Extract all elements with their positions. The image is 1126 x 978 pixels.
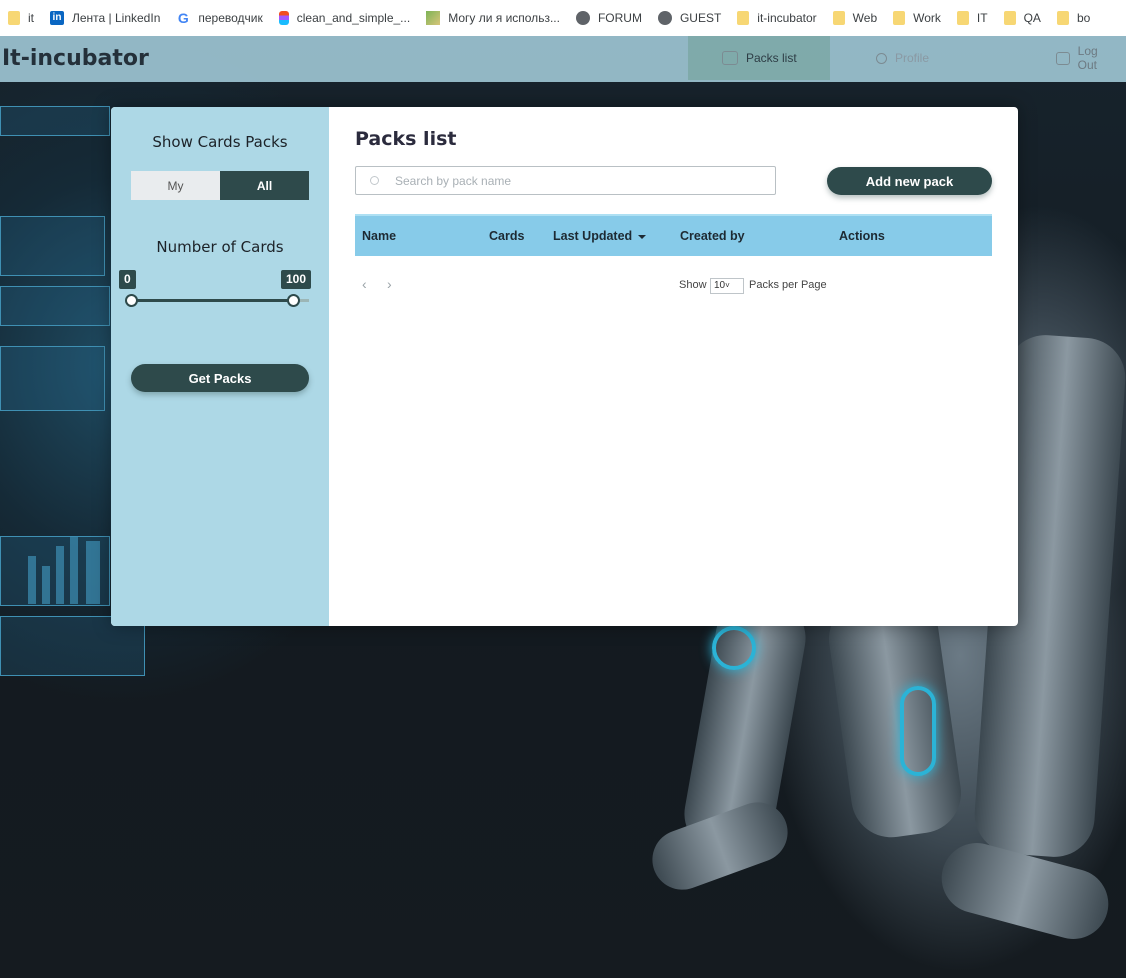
bookmark-question[interactable]: Могу ли я использ...	[418, 0, 568, 36]
get-packs-button[interactable]: Get Packs	[131, 364, 309, 392]
range-min-label: 0	[119, 270, 136, 289]
hud-panel	[0, 216, 105, 276]
prev-page-icon[interactable]: ‹	[362, 276, 367, 292]
bookmark-guest[interactable]: GUEST	[650, 0, 729, 36]
folder-icon	[893, 11, 906, 25]
column-created-by[interactable]: Created by	[680, 229, 745, 243]
search-field[interactable]	[355, 166, 776, 195]
show-packs-title: Show Cards Packs	[152, 133, 288, 151]
per-page-select[interactable]: 10˅	[710, 278, 744, 294]
range-slider-fill	[131, 299, 293, 302]
table-header: Name Cards Last Updated Created by Actio…	[355, 214, 992, 256]
globe-icon	[575, 11, 590, 25]
sort-down-icon[interactable]	[638, 234, 647, 239]
linkedin-icon: in	[50, 11, 64, 25]
folder-icon	[8, 11, 20, 25]
folder-icon	[956, 11, 969, 25]
per-page-label: Packs per Page	[749, 279, 827, 291]
bookmark-web[interactable]: Web	[825, 0, 885, 36]
bookmark-qa[interactable]: QA	[996, 0, 1049, 36]
hud-panel	[0, 346, 105, 411]
nav-profile[interactable]: Profile	[866, 36, 939, 80]
hud-bar	[70, 536, 78, 604]
figma-icon	[278, 11, 289, 25]
packs-main: Packs list Add new pack Name Cards Last …	[329, 107, 1018, 626]
packs-card: Show Cards Packs My All Number of Cards …	[111, 107, 1018, 626]
bookmark-it-folder[interactable]: IT	[949, 0, 996, 36]
owner-toggle: My All	[131, 171, 309, 200]
number-of-cards-title: Number of Cards	[156, 238, 284, 256]
toggle-my[interactable]: My	[131, 171, 220, 200]
user-icon	[876, 52, 887, 64]
range-max-thumb[interactable]	[286, 294, 300, 307]
show-label: Show	[679, 279, 707, 291]
page-title: Packs list	[355, 128, 457, 150]
hud-panel	[0, 106, 110, 136]
bookmark-it[interactable]: it	[0, 0, 42, 36]
folder-icon	[832, 11, 845, 25]
nav-logout[interactable]: Log Out	[1046, 36, 1126, 80]
chevron-down-icon: ˅	[725, 281, 730, 290]
toggle-all[interactable]: All	[220, 171, 309, 200]
filters-sidebar: Show Cards Packs My All Number of Cards …	[111, 107, 329, 626]
column-actions: Actions	[839, 229, 885, 243]
bookmark-translator[interactable]: Gпереводчик	[168, 0, 270, 36]
bookmark-figma[interactable]: clean_and_simple_...	[271, 0, 418, 36]
bookmark-bo[interactable]: bo	[1049, 0, 1098, 36]
cards-icon	[722, 51, 738, 65]
column-last-updated[interactable]: Last Updated	[553, 229, 647, 243]
bookmarks-bar: it in Лента | LinkedIn Gпереводчик clean_…	[0, 0, 1126, 36]
hud-bar	[28, 556, 36, 604]
search-input[interactable]	[395, 173, 755, 188]
image-icon	[426, 11, 441, 25]
search-icon	[370, 176, 379, 185]
app-header: It-incubator Packs list Profile Log Out	[0, 36, 1126, 82]
bookmark-linkedin[interactable]: in Лента | LinkedIn	[42, 0, 168, 36]
robot-joint	[712, 626, 756, 670]
hud-bar	[86, 541, 100, 604]
add-new-pack-button[interactable]: Add new pack	[827, 167, 992, 195]
bookmark-it-incubator[interactable]: it-incubator	[729, 0, 824, 36]
range-max-label: 100	[281, 270, 312, 289]
robot-leg	[823, 589, 967, 843]
robot-joint	[900, 686, 936, 776]
nav-packs-list[interactable]: Packs list	[688, 36, 830, 80]
range-min-thumb[interactable]	[125, 294, 138, 307]
next-page-icon[interactable]: ›	[387, 276, 392, 292]
hud-bar	[56, 546, 64, 604]
column-name[interactable]: Name	[362, 229, 396, 243]
bookmark-work[interactable]: Work	[885, 0, 949, 36]
globe-icon	[657, 11, 672, 25]
bookmark-forum[interactable]: FORUM	[568, 0, 650, 36]
folder-icon	[1003, 11, 1016, 25]
column-cards[interactable]: Cards	[489, 229, 524, 243]
logout-icon	[1056, 51, 1070, 65]
hud-bar	[42, 566, 50, 604]
folder-icon	[737, 11, 750, 25]
folder-icon	[1056, 11, 1069, 25]
hud-panel	[0, 286, 110, 326]
google-icon: G	[177, 10, 189, 26]
app-logo[interactable]: It-incubator	[2, 46, 149, 71]
